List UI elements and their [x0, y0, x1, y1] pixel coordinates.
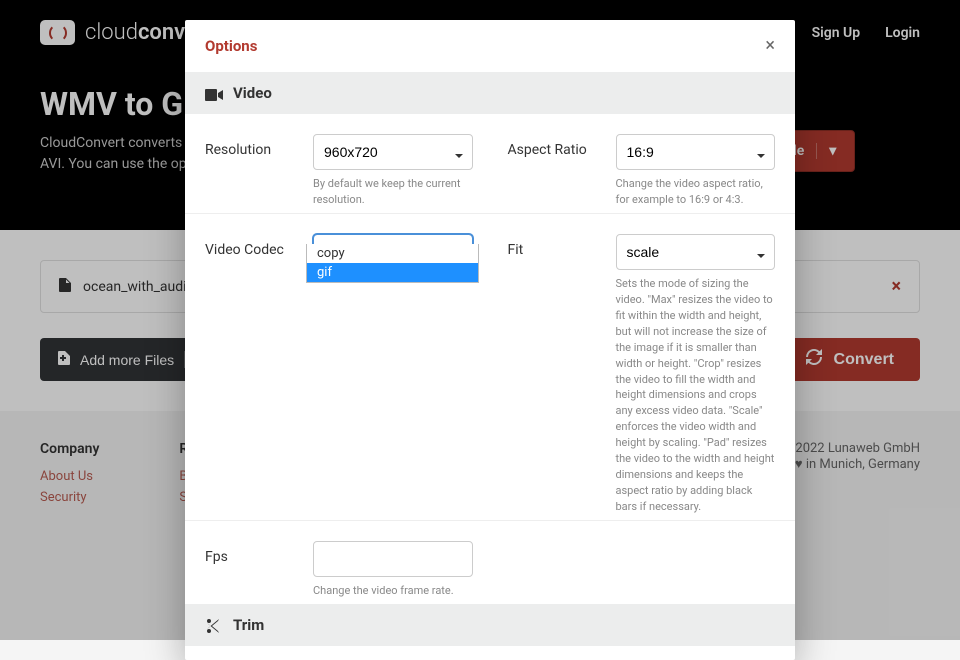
resolution-select[interactable]: 960x720 — [313, 134, 473, 170]
aspect-hint: Change the video aspect ratio, for examp… — [616, 176, 776, 208]
resolution-label: Resolution — [205, 134, 303, 208]
footer-security-link[interactable]: Security — [40, 490, 99, 505]
chevron-down-icon[interactable]: ▾ — [816, 143, 836, 159]
modal-header: Options × — [185, 20, 795, 72]
scissors-icon — [205, 619, 221, 631]
codec-option-copy[interactable]: copy — [307, 244, 478, 263]
fps-label: Fps — [205, 541, 303, 599]
resolution-hint: By default we keep the current resolutio… — [313, 176, 473, 208]
close-icon[interactable]: × — [765, 37, 775, 55]
fit-hint: Sets the mode of sizing the video. "Max"… — [616, 276, 776, 515]
nav-login[interactable]: Login — [885, 25, 920, 41]
convert-button[interactable]: Convert — [780, 338, 920, 381]
plus-file-icon — [58, 351, 70, 368]
nav-signup[interactable]: Sign Up — [812, 25, 861, 41]
fps-hint: Change the video frame rate. — [313, 583, 473, 599]
codec-option-gif[interactable]: gif — [307, 263, 478, 282]
aspect-select[interactable]: 16:9 — [616, 134, 776, 170]
codec-label: Video Codec — [205, 234, 303, 515]
fit-label: Fit — [508, 234, 606, 515]
nav-right: Sign Up Login — [812, 25, 920, 41]
section-video-head: Video — [185, 72, 795, 114]
convert-icon — [806, 349, 822, 370]
options-modal: Options × Video Resolution 960x720 By de… — [185, 20, 795, 660]
fit-select[interactable]: scale — [616, 234, 776, 270]
aspect-label: Aspect Ratio — [508, 134, 606, 208]
video-icon — [205, 87, 221, 99]
logo-icon — [40, 20, 75, 45]
footer-company-head: Company — [40, 441, 99, 457]
codec-dropdown-list: copy gif — [306, 244, 479, 283]
modal-title: Options — [205, 37, 257, 55]
remove-file-button[interactable]: × — [891, 276, 901, 297]
file-icon — [59, 278, 71, 296]
fps-input[interactable] — [313, 541, 473, 577]
footer-about-link[interactable]: About Us — [40, 469, 99, 484]
